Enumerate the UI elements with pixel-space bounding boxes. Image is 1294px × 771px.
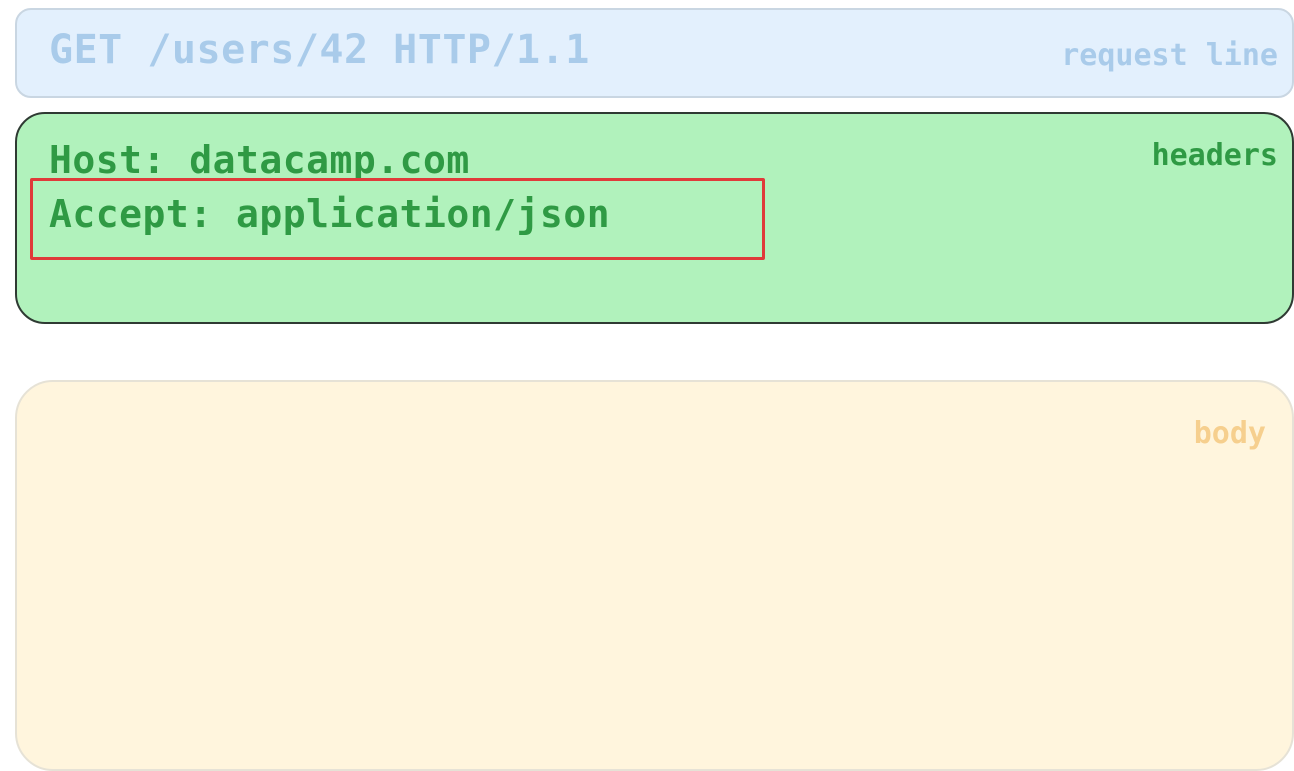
headers-label: headers: [1151, 138, 1278, 173]
request-line-label: request line: [1061, 38, 1278, 73]
body-section: body: [15, 380, 1294, 771]
header-host-line: Host: datacamp.com: [49, 138, 470, 182]
accept-header-highlight-box: [30, 178, 765, 260]
request-line-section: GET /users/42 HTTP/1.1 request line: [15, 8, 1294, 98]
request-line-text: GET /users/42 HTTP/1.1: [49, 27, 590, 73]
body-label: body: [1193, 416, 1266, 451]
